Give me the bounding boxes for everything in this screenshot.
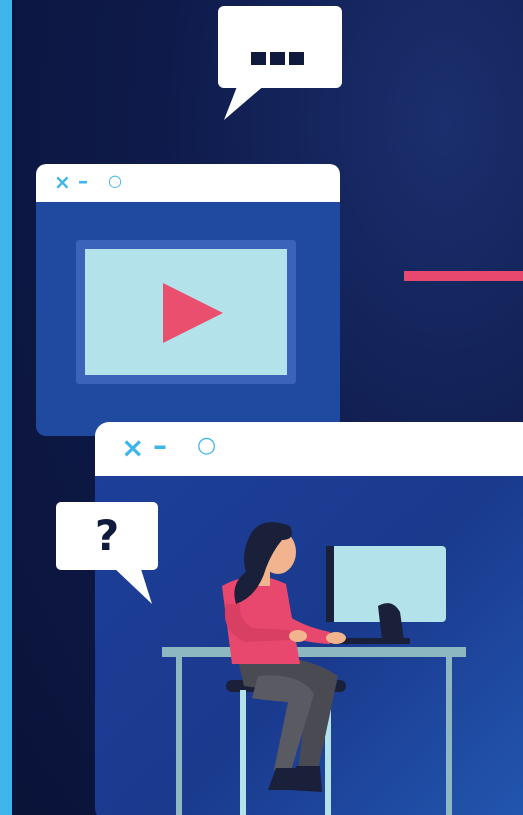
illustration-canvas: × – ○ × – ○ ? — [0, 0, 523, 815]
person-at-desk-illustration — [162, 522, 466, 815]
desk-top — [162, 647, 466, 657]
